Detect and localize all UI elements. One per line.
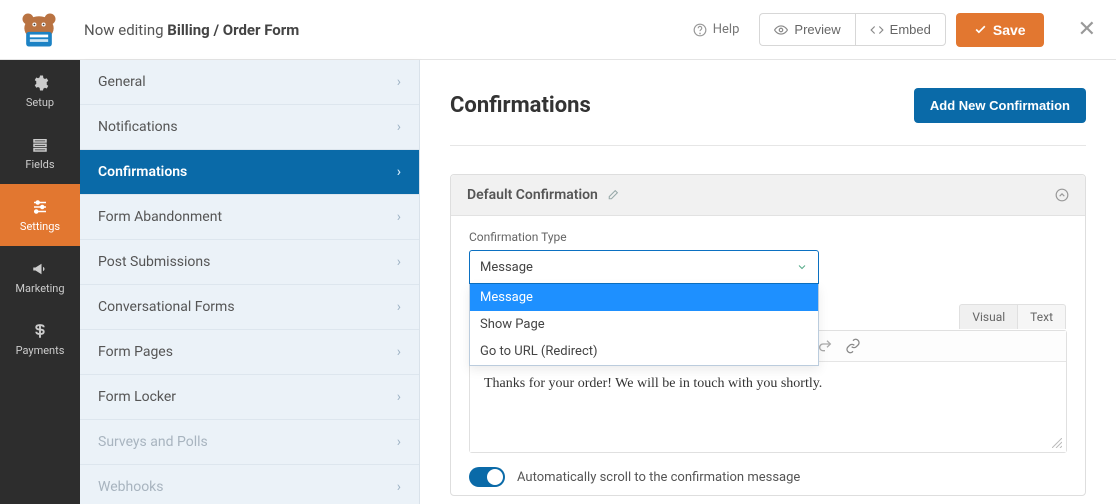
builder-header: Now editing Billing / Order Form Help Pr… <box>0 0 1116 60</box>
submenu-item-notifications[interactable]: Notifications › <box>80 105 419 150</box>
chevron-up-icon <box>1055 188 1069 202</box>
submenu-label: General <box>98 74 146 90</box>
dropdown-option-show-page[interactable]: Show Page <box>470 311 818 338</box>
editor-tab-text[interactable]: Text <box>1017 304 1066 329</box>
message-text: Thanks for your order! We will be in tou… <box>484 376 822 391</box>
submenu-label: Confirmations <box>98 164 187 180</box>
rail-label: Fields <box>25 158 54 171</box>
embed-button[interactable]: Embed <box>855 13 946 46</box>
submenu-label: Notifications <box>98 119 178 135</box>
collapse-panel-button[interactable] <box>1055 188 1069 202</box>
main-content: Confirmations Add New Confirmation Defau… <box>420 60 1116 504</box>
submenu-label: Form Locker <box>98 389 176 405</box>
code-icon <box>870 23 884 37</box>
bullhorn-icon <box>31 260 49 278</box>
close-builder-button[interactable]: ✕ <box>1072 11 1102 48</box>
settings-submenu: General › Notifications › Confirmations … <box>80 60 420 504</box>
chevron-right-icon: › <box>397 254 401 270</box>
embed-label: Embed <box>890 22 931 37</box>
submenu-item-conversational-forms[interactable]: Conversational Forms › <box>80 285 419 330</box>
close-icon: ✕ <box>1078 17 1096 42</box>
chevron-right-icon: › <box>397 74 401 90</box>
rail-item-settings[interactable]: Settings <box>0 184 80 246</box>
preview-button[interactable]: Preview <box>759 13 854 46</box>
left-rail: Setup Fields Settings Marketing Payments <box>0 60 80 504</box>
dropdown-option-redirect[interactable]: Go to URL (Redirect) <box>470 338 818 365</box>
auto-scroll-row: Automatically scroll to the confirmation… <box>469 467 1067 487</box>
rail-item-setup[interactable]: Setup <box>0 60 80 122</box>
panel-header[interactable]: Default Confirmation <box>451 175 1085 216</box>
link-button[interactable] <box>844 337 862 355</box>
add-confirmation-button[interactable]: Add New Confirmation <box>914 88 1086 123</box>
save-button[interactable]: Save <box>956 13 1044 47</box>
dropdown-option-message[interactable]: Message <box>470 284 818 311</box>
submenu-label: Form Abandonment <box>98 209 222 225</box>
rail-label: Payments <box>16 344 65 357</box>
pencil-icon[interactable] <box>606 189 619 202</box>
submenu-item-form-pages[interactable]: Form Pages › <box>80 330 419 375</box>
submenu-label: Webhooks <box>98 479 164 495</box>
submenu-label: Post Submissions <box>98 254 210 270</box>
resize-handle[interactable] <box>1052 438 1062 448</box>
list-icon <box>31 136 49 154</box>
chevron-right-icon: › <box>397 209 401 225</box>
confirmation-panel: Default Confirmation Confirmation Type M… <box>450 174 1086 496</box>
chevron-right-icon: › <box>397 389 401 405</box>
auto-scroll-label: Automatically scroll to the confirmation… <box>517 470 800 485</box>
submenu-item-form-locker[interactable]: Form Locker › <box>80 375 419 420</box>
rail-item-payments[interactable]: Payments <box>0 308 80 370</box>
submenu-label: Conversational Forms <box>98 299 235 315</box>
chevron-right-icon: › <box>397 119 401 135</box>
help-link[interactable]: Help <box>683 14 750 45</box>
submenu-item-post-submissions[interactable]: Post Submissions › <box>80 240 419 285</box>
chevron-right-icon: › <box>397 344 401 360</box>
chevron-down-icon <box>796 261 808 273</box>
panel-title-text: Default Confirmation <box>467 187 598 203</box>
submenu-item-general[interactable]: General › <box>80 60 419 105</box>
eye-icon <box>774 23 788 37</box>
submenu-item-surveys-polls[interactable]: Surveys and Polls › <box>80 420 419 465</box>
gear-icon <box>31 74 49 92</box>
auto-scroll-toggle[interactable] <box>469 467 505 487</box>
sliders-icon <box>31 198 49 216</box>
check-icon <box>974 23 987 36</box>
submenu-label: Form Pages <box>98 344 173 360</box>
rail-label: Setup <box>26 96 54 109</box>
chevron-right-icon: › <box>397 164 401 180</box>
confirmation-type-select-wrap: Message Message Show Page Go to URL (Red… <box>469 250 819 284</box>
help-label: Help <box>713 22 740 37</box>
rail-item-marketing[interactable]: Marketing <box>0 246 80 308</box>
submenu-item-webhooks[interactable]: Webhooks › <box>80 465 419 504</box>
submenu-label: Surveys and Polls <box>98 434 208 450</box>
preview-label: Preview <box>794 22 840 37</box>
save-label: Save <box>993 22 1026 38</box>
submenu-item-confirmations[interactable]: Confirmations › <box>80 150 419 195</box>
chevron-right-icon: › <box>397 479 401 495</box>
chevron-right-icon: › <box>397 434 401 450</box>
header-actions: Help Preview Embed Save ✕ <box>683 11 1102 48</box>
rail-label: Marketing <box>15 282 64 295</box>
submenu-item-form-abandonment[interactable]: Form Abandonment › <box>80 195 419 240</box>
form-name: Billing / Order Form <box>167 21 299 39</box>
editor-textarea[interactable]: Thanks for your order! We will be in tou… <box>470 362 1066 452</box>
dollar-icon <box>31 322 49 340</box>
page-title: Confirmations <box>450 93 591 118</box>
confirmation-type-dropdown: Message Show Page Go to URL (Redirect) <box>469 284 819 366</box>
help-icon <box>693 23 707 37</box>
chevron-right-icon: › <box>397 299 401 315</box>
main-header: Confirmations Add New Confirmation <box>450 88 1086 146</box>
form-title: Now editing Billing / Order Form <box>84 21 299 39</box>
select-value: Message <box>480 260 533 275</box>
wpforms-logo <box>14 9 64 51</box>
confirmation-type-select[interactable]: Message <box>469 250 819 284</box>
rail-label: Settings <box>20 220 60 233</box>
editing-prefix: Now editing <box>84 21 167 39</box>
editor-tab-visual[interactable]: Visual <box>959 304 1017 329</box>
rail-item-fields[interactable]: Fields <box>0 122 80 184</box>
confirmation-type-label: Confirmation Type <box>469 230 1067 244</box>
